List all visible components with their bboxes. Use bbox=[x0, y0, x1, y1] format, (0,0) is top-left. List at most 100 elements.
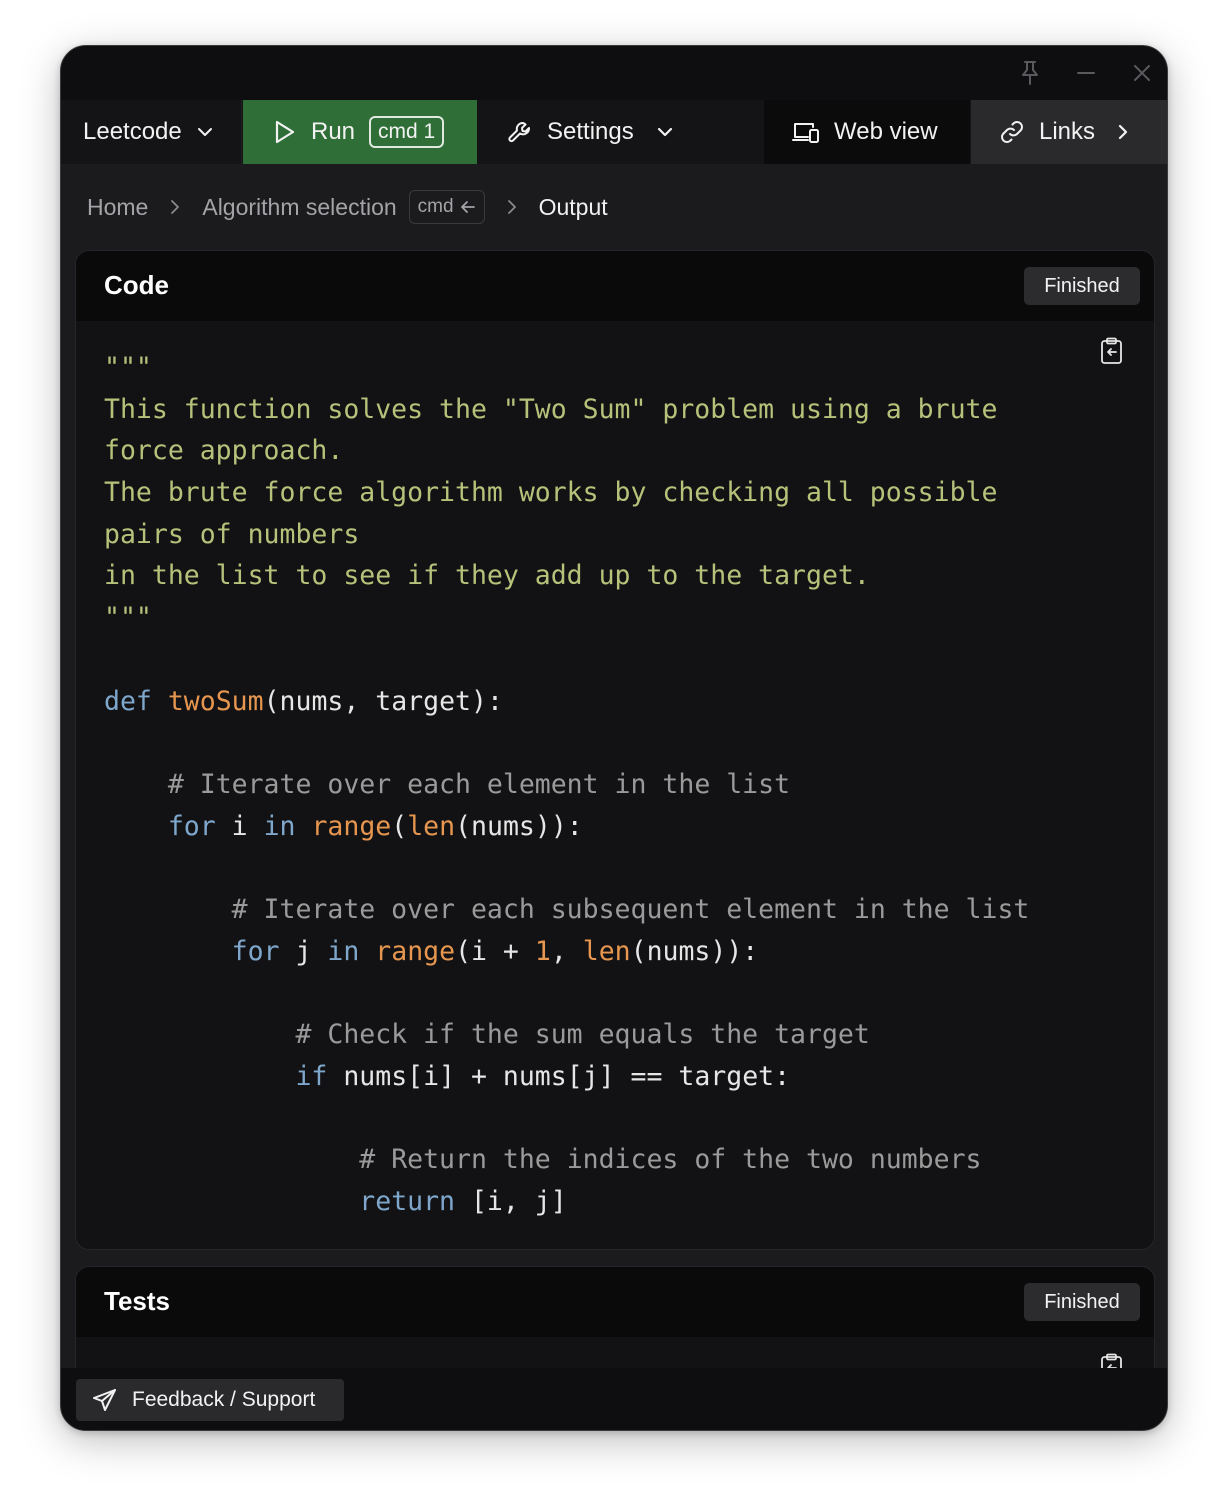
links-label: Links bbox=[1039, 118, 1096, 145]
code-block: """ This function solves the "Two Sum" pr… bbox=[104, 347, 1029, 1222]
chevron-right-icon bbox=[1115, 123, 1131, 141]
app-window: Leetcode Run cmd 1 Settings Web view Lin… bbox=[60, 45, 1168, 1431]
code-token: 1 bbox=[534, 935, 551, 967]
code-token: (i + bbox=[455, 935, 535, 967]
code-line: # Check if the sum equals the target bbox=[104, 1014, 1029, 1056]
code-line: This function solves the "Two Sum" probl… bbox=[104, 389, 1029, 431]
chevron-right-icon bbox=[505, 199, 519, 215]
tests-panel-title: Tests bbox=[104, 1286, 170, 1316]
settings-label: Settings bbox=[547, 118, 634, 145]
play-icon bbox=[273, 119, 297, 145]
code-line: """ bbox=[104, 347, 1029, 389]
code-line: # Iterate over each element in the list bbox=[104, 764, 1029, 806]
run-shortcut: cmd 1 bbox=[369, 116, 445, 148]
project-dropdown[interactable]: Leetcode bbox=[61, 100, 242, 164]
code-line: # Iterate over each subsequent element i… bbox=[104, 889, 1030, 931]
run-label: Run bbox=[311, 118, 356, 145]
code-token: return bbox=[359, 1185, 456, 1217]
code-token: [i, j] bbox=[455, 1185, 567, 1217]
code-line: for i in range(len(nums)): bbox=[104, 806, 1029, 848]
code-token: in bbox=[327, 935, 360, 967]
code-panel: Code Finished """ This function solves th… bbox=[75, 250, 1155, 1250]
project-label: Leetcode bbox=[83, 118, 182, 145]
title-bar bbox=[61, 46, 1167, 100]
code-line: """ bbox=[104, 597, 1029, 639]
algorithm-shortcut: cmd bbox=[408, 190, 485, 224]
web-view-button[interactable]: Web view bbox=[764, 100, 970, 164]
footer: Feedback / Support bbox=[61, 1368, 1167, 1430]
settings-dropdown[interactable]: Settings bbox=[477, 100, 763, 164]
breadcrumb-output: Output bbox=[538, 193, 608, 220]
links-button[interactable]: Links bbox=[971, 100, 1167, 164]
copy-icon[interactable] bbox=[1100, 337, 1124, 370]
code-token: in the list to see if they add up to the… bbox=[104, 560, 870, 592]
code-line: force approach. bbox=[104, 430, 1029, 472]
code-line: pairs of numbers bbox=[104, 514, 1029, 556]
code-token: ( bbox=[391, 810, 408, 842]
code-token: """ bbox=[104, 352, 152, 383]
code-token: This function solves the "Two Sum" probl… bbox=[104, 393, 998, 425]
code-line: return [i, j] bbox=[104, 1181, 1029, 1223]
feedback-support-button[interactable]: Feedback / Support bbox=[76, 1379, 344, 1421]
code-token: len bbox=[582, 935, 631, 967]
arrow-left-icon bbox=[460, 200, 476, 214]
run-button[interactable]: Run cmd 1 bbox=[243, 100, 477, 164]
code-token: def bbox=[104, 685, 152, 717]
status-badge: Finished bbox=[1024, 1283, 1140, 1321]
wrench-icon bbox=[507, 119, 533, 145]
code-line: if nums[i] + nums[j] == target: bbox=[104, 1056, 1029, 1098]
toolbar: Leetcode Run cmd 1 Settings Web view Lin… bbox=[61, 100, 1167, 164]
code-token: i bbox=[215, 810, 264, 842]
code-token: (nums)): bbox=[630, 935, 759, 967]
minimize-icon[interactable] bbox=[1071, 58, 1101, 88]
web-view-label: Web view bbox=[834, 118, 938, 145]
close-icon[interactable] bbox=[1127, 58, 1157, 88]
code-token: range bbox=[375, 935, 456, 967]
code-token: The brute force algorithm works by check… bbox=[104, 477, 998, 509]
send-icon bbox=[92, 1388, 132, 1412]
code-token: , bbox=[550, 935, 583, 967]
code-line: in the list to see if they add up to the… bbox=[104, 555, 1029, 597]
chevron-down-icon bbox=[656, 123, 674, 141]
code-token: (nums, target): bbox=[263, 685, 503, 717]
code-token: for bbox=[167, 810, 216, 842]
breadcrumb: Home Algorithm selection cmd Output bbox=[87, 189, 608, 225]
code-token: (nums)): bbox=[455, 810, 583, 842]
code-token: range bbox=[311, 810, 392, 842]
code-token: in bbox=[263, 810, 296, 842]
code-token: nums[i] + nums[j] == target: bbox=[327, 1060, 791, 1092]
code-panel-title: Code bbox=[104, 270, 169, 300]
code-token: if bbox=[295, 1060, 328, 1092]
code-token: for bbox=[231, 935, 280, 967]
code-panel-header: Code Finished bbox=[76, 251, 1154, 321]
link-icon bbox=[999, 119, 1025, 145]
code-token: j bbox=[279, 935, 328, 967]
code-token: # Return the indices of the two numbers bbox=[359, 1144, 982, 1176]
code-line: def twoSum(nums, target): bbox=[104, 681, 1029, 723]
breadcrumb-home[interactable]: Home bbox=[87, 194, 148, 221]
code-token: # Iterate over each element in the list bbox=[167, 768, 791, 800]
code-token: # Iterate over each subsequent element i… bbox=[231, 893, 1030, 925]
tests-panel-header: Tests Finished bbox=[76, 1267, 1154, 1337]
breadcrumb-algorithm-selection[interactable]: Algorithm selection bbox=[202, 194, 396, 221]
pin-icon[interactable] bbox=[1015, 58, 1045, 88]
code-token: len bbox=[407, 810, 456, 842]
code-line: The brute force algorithm works by check… bbox=[104, 472, 1029, 514]
code-line: # Return the indices of the two numbers bbox=[104, 1139, 1029, 1181]
code-line: for j in range(i + 1, len(nums)): bbox=[104, 931, 1029, 973]
